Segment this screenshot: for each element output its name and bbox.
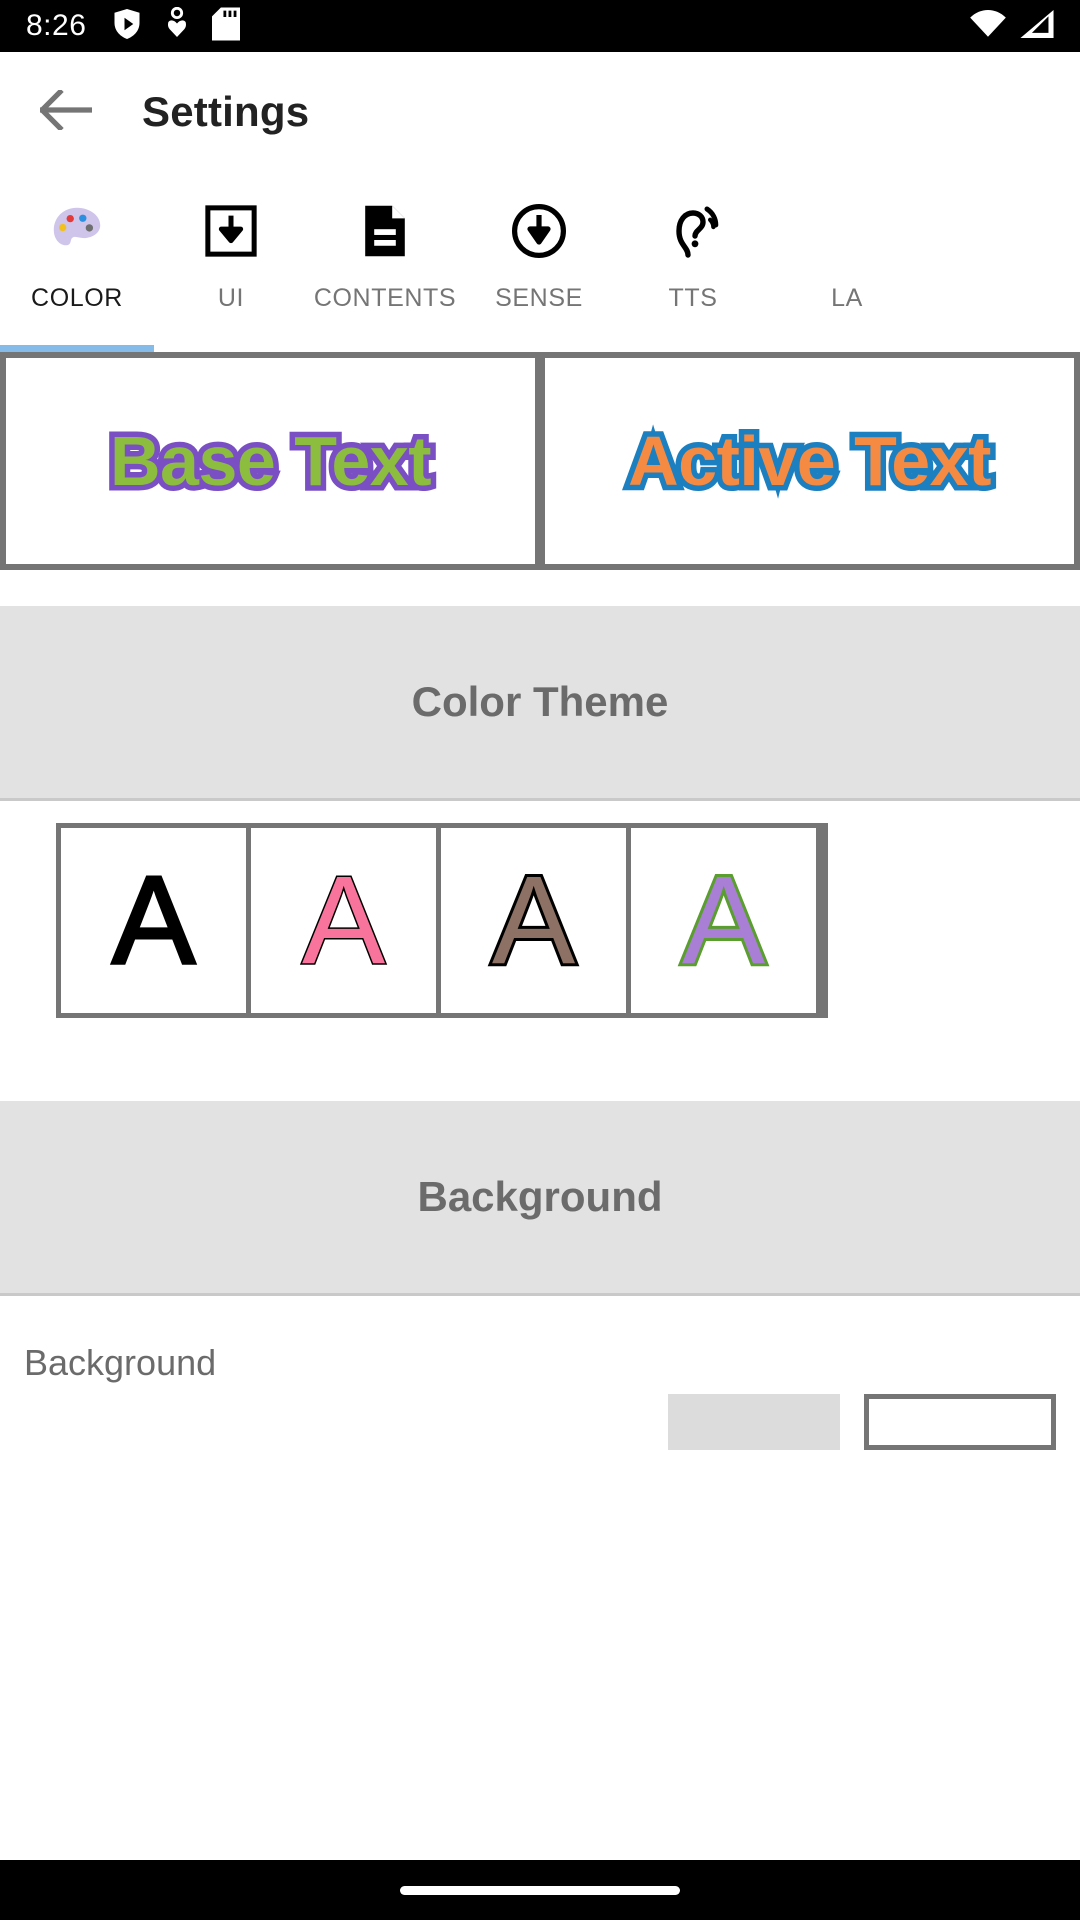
swatch-row: A A A A (56, 823, 828, 1018)
preview-row: Base Text Active Text (0, 352, 1080, 570)
back-button[interactable] (34, 80, 98, 144)
tab-ui[interactable]: UI (154, 172, 308, 348)
theme-swatch-1[interactable]: A (61, 828, 246, 1013)
tab-label: LA (831, 284, 863, 312)
background-title: Background (417, 1173, 663, 1220)
tab-list: COLOR UI CONTENTS SENSE TTS LA (0, 172, 1080, 348)
tab-contents[interactable]: CONTENTS (308, 172, 462, 348)
arrow-left-icon (38, 87, 93, 135)
tab-label: UI (217, 284, 245, 312)
tab-label: TTS (668, 284, 718, 312)
page-title: Settings (142, 88, 310, 135)
download-box-icon (204, 196, 258, 266)
download-circle-icon (511, 196, 567, 266)
tab-label: CONTENTS (313, 284, 457, 312)
tab-color[interactable]: COLOR (0, 172, 154, 348)
shield-play-icon (112, 7, 142, 46)
status-time: 8:26 (26, 9, 87, 42)
active-text-preview[interactable]: Active Text (545, 358, 1074, 564)
tab-language[interactable]: LA (770, 172, 924, 348)
swatch-letter: A (300, 851, 386, 990)
tab-active-indicator (0, 345, 154, 352)
wifi-icon (970, 9, 1006, 43)
swatch-letter: A (110, 851, 196, 990)
spacer (0, 570, 1080, 606)
tab-bar: COLOR UI CONTENTS SENSE TTS LA (0, 172, 1080, 352)
tab-sense[interactable]: SENSE (462, 172, 616, 348)
status-bar: 8:26 (0, 0, 1080, 52)
status-left-icons (112, 6, 241, 46)
background-color-chip[interactable] (668, 1394, 840, 1450)
tab-label: COLOR (31, 284, 123, 312)
tab-label: SENSE (495, 284, 583, 312)
document-icon (358, 196, 412, 266)
background-controls (668, 1394, 1056, 1450)
swatch-letter: A (489, 851, 578, 990)
app-bar: Settings (0, 52, 1080, 172)
status-right-icons (970, 9, 1054, 43)
background-row[interactable]: Background (0, 1296, 1080, 1450)
home-indicator[interactable] (400, 1885, 680, 1895)
theme-swatch-3[interactable]: A (441, 828, 626, 1013)
active-text-label: Active Text (623, 417, 997, 506)
sd-card-icon (212, 6, 241, 46)
color-theme-swatches: A A A A (0, 801, 1080, 1101)
palette-icon (48, 196, 106, 266)
heart-person-icon (164, 6, 190, 46)
base-text-label: Base Text (104, 417, 437, 506)
theme-swatch-2[interactable]: A (251, 828, 436, 1013)
background-swatch-box[interactable] (864, 1394, 1056, 1450)
background-section: Background (0, 1296, 1080, 1450)
theme-swatch-4[interactable]: A (631, 828, 816, 1013)
swatch-letter: A (679, 851, 768, 990)
tab-tts[interactable]: TTS (616, 172, 770, 348)
system-nav-bar (0, 1860, 1080, 1920)
background-row-label: Background (24, 1342, 217, 1383)
cellular-signal-icon (1020, 9, 1054, 43)
base-text-preview[interactable]: Base Text (6, 358, 535, 564)
color-theme-header: Color Theme (0, 606, 1080, 798)
hearing-icon (665, 196, 721, 266)
color-theme-title: Color Theme (411, 678, 669, 725)
background-header: Background (0, 1101, 1080, 1293)
